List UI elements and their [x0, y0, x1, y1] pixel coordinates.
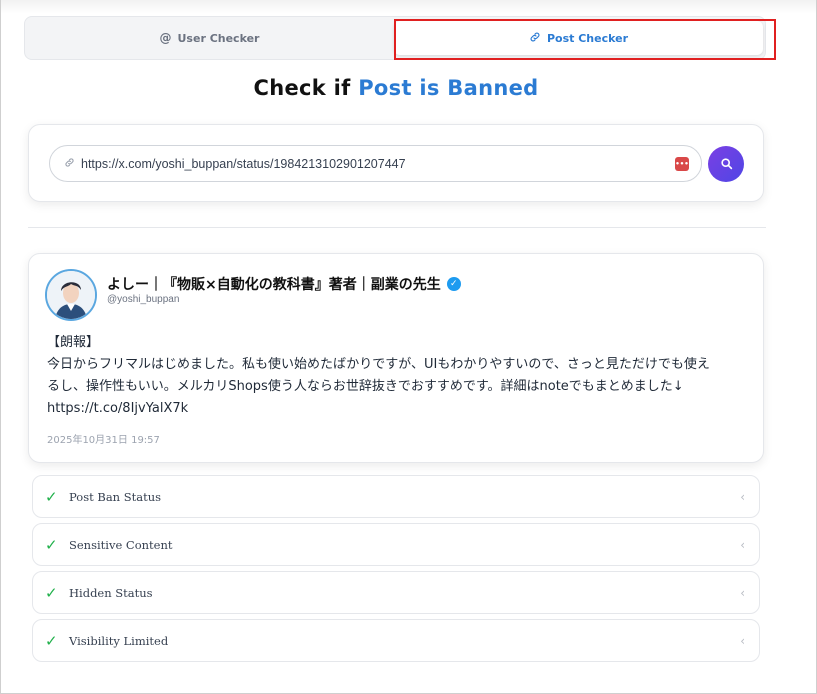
chevron-left-icon: ‹	[740, 537, 745, 552]
search-icon	[720, 155, 733, 174]
chevron-left-icon: ‹	[740, 489, 745, 504]
post-card: よしー｜『物販×自動化の教科書』著者｜副業の先生 ✓ @yoshi_buppan…	[28, 253, 764, 463]
status-item-sensitive-content[interactable]: ✓ Sensitive Content ‹	[32, 523, 760, 566]
search-card: •••	[28, 124, 764, 202]
post-text-line: るし、操作性もいい。メルカリShops使う人ならお世辞抜きでおすすめです。詳細は…	[47, 379, 684, 394]
page-title-accent: Post is Banned	[358, 76, 539, 100]
link-icon	[529, 31, 541, 45]
at-icon: @	[159, 31, 172, 45]
status-item-post-ban[interactable]: ✓ Post Ban Status ‹	[32, 475, 760, 518]
post-timestamp: 2025年10月31日 19:57	[47, 435, 160, 446]
post-text: 【朗報】 今日からフリマルはじめました。私も使い始めたばかりですが、UIもわかり…	[47, 332, 747, 420]
chevron-left-icon: ‹	[740, 633, 745, 648]
display-name-text: よしー｜『物販×自動化の教科書』著者｜副業の先生	[107, 277, 441, 293]
top-fade	[0, 0, 817, 14]
tab-post-checker[interactable]: Post Checker	[394, 21, 763, 55]
verified-badge-icon: ✓	[446, 277, 461, 291]
page-title: Check if Post is Banned	[0, 76, 792, 100]
check-icon: ✓	[45, 631, 58, 650]
tab-user-checker[interactable]: @ User Checker	[25, 17, 394, 59]
tab-user-checker-label: User Checker	[177, 31, 260, 45]
status-item-label: Post Ban Status	[69, 489, 162, 504]
user-handle: @yoshi_buppan	[107, 294, 180, 305]
chevron-left-icon: ‹	[740, 585, 745, 600]
status-item-label: Visibility Limited	[69, 633, 169, 648]
page-title-prefix: Check if	[253, 76, 351, 100]
url-input-wrapper: •••	[49, 145, 702, 182]
checker-tabs: @ User Checker Post Checker	[24, 16, 766, 60]
display-name: よしー｜『物販×自動化の教科書』著者｜副業の先生 ✓	[107, 274, 461, 294]
avatar	[45, 269, 97, 321]
search-button[interactable]	[708, 146, 744, 182]
post-url-input[interactable]	[81, 156, 675, 171]
check-icon: ✓	[45, 535, 58, 554]
tab-post-checker-label: Post Checker	[546, 31, 629, 45]
post-text-line: 【朗報】	[47, 335, 100, 350]
password-manager-icon[interactable]: •••	[675, 156, 689, 171]
check-icon: ✓	[45, 583, 58, 602]
status-item-visibility-limited[interactable]: ✓ Visibility Limited ‹	[32, 619, 760, 662]
post-link[interactable]: https://t.co/8IjvYalX7k	[47, 398, 747, 420]
check-icon: ✓	[45, 487, 58, 506]
status-item-hidden-status[interactable]: ✓ Hidden Status ‹	[32, 571, 760, 614]
post-text-line: 今日からフリマルはじめました。私も使い始めたばかりですが、UIもわかりやすいので…	[47, 357, 710, 372]
status-item-label: Sensitive Content	[69, 537, 173, 552]
link-icon	[64, 157, 75, 171]
divider	[28, 227, 766, 228]
status-item-label: Hidden Status	[69, 585, 153, 600]
